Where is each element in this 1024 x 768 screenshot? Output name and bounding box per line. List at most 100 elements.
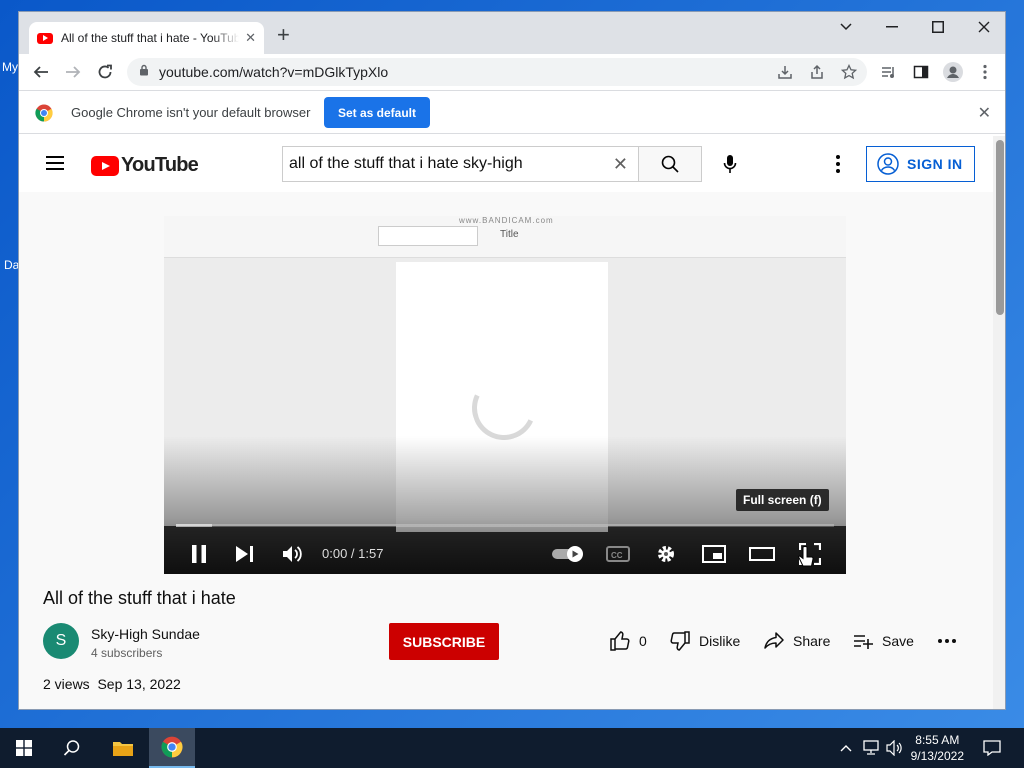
chrome-logo-icon <box>35 104 53 127</box>
notifications-icon[interactable] <box>980 728 1004 768</box>
volume-icon[interactable] <box>279 540 307 568</box>
search-query: all of the stuff that i hate sky-high <box>289 155 523 172</box>
youtube-play-icon <box>91 155 119 176</box>
scrollbar-thumb[interactable] <box>996 140 1004 315</box>
clock-time: 8:55 AM <box>915 733 960 747</box>
side-panel-icon[interactable] <box>909 60 933 84</box>
install-app-icon[interactable] <box>773 60 797 84</box>
search-button[interactable] <box>638 146 702 182</box>
bookmark-star-icon[interactable] <box>837 60 861 84</box>
save-label: Save <box>882 633 914 649</box>
thumbs-up-icon <box>610 631 630 651</box>
infobar-close-icon[interactable]: ✕ <box>978 103 991 123</box>
clock-date: 9/13/2022 <box>910 749 964 763</box>
tab-title: All of the stuff that i hate - YouTube <box>61 31 240 45</box>
chrome-menu-icon[interactable] <box>973 60 997 84</box>
miniplayer-icon[interactable] <box>700 540 728 568</box>
taskbar-clock[interactable]: 8:55 AM 9/13/2022 <box>911 732 964 764</box>
settings-menu-icon[interactable] <box>827 152 849 176</box>
video-player[interactable]: Title www.BANDICAM.com Full screen (f) 0… <box>164 216 846 574</box>
svg-text:CC: CC <box>611 551 623 560</box>
start-icon[interactable] <box>4 728 44 768</box>
sign-in-button[interactable]: SIGN IN <box>866 146 975 182</box>
forward-icon[interactable] <box>61 60 85 84</box>
menu-icon[interactable] <box>46 156 64 170</box>
infobar-message: Google Chrome isn't your default browser <box>71 105 311 120</box>
browser-toolbar: youtube.com/watch?v=mDGlkTypXlo <box>19 54 1005 90</box>
player-controls: 0:00 / 1:57 CC <box>164 534 846 574</box>
youtube-page: YouTube all of the stuff that i hate sky… <box>19 136 993 709</box>
sign-in-label: SIGN IN <box>907 156 963 172</box>
youtube-wordmark: YouTube <box>121 154 199 176</box>
youtube-header: YouTube all of the stuff that i hate sky… <box>19 136 993 192</box>
share-page-icon[interactable] <box>805 60 829 84</box>
tab-close-icon[interactable]: ✕ <box>245 30 256 46</box>
subscribe-button[interactable]: SUBSCRIBE <box>389 623 499 660</box>
search-icon <box>661 155 679 173</box>
reload-icon[interactable] <box>93 60 117 84</box>
subscriber-count: 4 subscribers <box>91 646 163 660</box>
share-label: Share <box>793 633 831 649</box>
progress-bar[interactable] <box>176 524 834 527</box>
video-content-ribbon: Title www.BANDICAM.com <box>164 216 846 258</box>
taskbar-search-icon[interactable] <box>52 728 92 768</box>
browser-window: All of the stuff that i hate - YouTube ✕… <box>18 11 1006 710</box>
like-button[interactable]: 0 <box>609 630 647 652</box>
video-meta: 2 views Sep 13, 2022 <box>43 676 181 692</box>
share-arrow-icon <box>764 632 784 649</box>
clear-search-icon[interactable]: ✕ <box>613 154 628 175</box>
video-content-styles <box>378 226 478 246</box>
browser-tab[interactable]: All of the stuff that i hate - YouTube ✕ <box>29 22 264 54</box>
dislike-button[interactable]: Dislike <box>669 630 740 652</box>
windows-taskbar: 8:55 AM 9/13/2022 <box>0 728 1024 768</box>
maximize-icon[interactable] <box>915 12 961 42</box>
tab-bar: All of the stuff that i hate - YouTube ✕… <box>19 12 1005 54</box>
time-display: 0:00 / 1:57 <box>322 546 384 561</box>
dislike-label: Dislike <box>699 633 741 649</box>
autoplay-toggle-icon[interactable] <box>550 540 586 568</box>
set-as-default-button[interactable]: Set as default <box>324 97 430 128</box>
like-count: 0 <box>639 633 647 649</box>
network-icon[interactable] <box>860 728 882 768</box>
next-icon[interactable] <box>231 540 259 568</box>
settings-gear-icon[interactable] <box>652 540 680 568</box>
file-explorer-icon[interactable] <box>101 728 145 768</box>
upload-date: Sep 13, 2022 <box>97 676 181 692</box>
video-title: All of the stuff that i hate <box>43 588 236 608</box>
speaker-icon[interactable] <box>884 728 906 768</box>
url-text: youtube.com/watch?v=mDGlkTypXlo <box>159 64 389 80</box>
more-actions-icon[interactable] <box>938 639 956 643</box>
back-icon[interactable] <box>29 60 53 84</box>
theater-mode-icon[interactable] <box>748 540 776 568</box>
close-window-icon[interactable] <box>961 12 1005 42</box>
address-bar[interactable]: youtube.com/watch?v=mDGlkTypXlo <box>127 58 867 86</box>
fullscreen-tooltip: Full screen (f) <box>736 489 829 511</box>
desktop-icon-label[interactable]: My <box>2 60 18 74</box>
pause-icon[interactable] <box>185 540 213 568</box>
search-input[interactable]: all of the stuff that i hate sky-high ✕ <box>282 146 638 182</box>
mouse-cursor-icon <box>798 546 814 573</box>
channel-avatar[interactable]: S <box>43 623 79 659</box>
share-button[interactable]: Share <box>763 630 830 652</box>
channel-name[interactable]: Sky-High Sundae <box>91 626 200 642</box>
default-browser-infobar: Google Chrome isn't your default browser… <box>19 90 1005 134</box>
thumbs-down-icon <box>670 631 690 651</box>
playlist-add-icon <box>854 635 873 649</box>
captions-icon[interactable]: CC <box>604 540 632 568</box>
account-icon <box>877 153 899 175</box>
reading-list-icon[interactable] <box>877 60 901 84</box>
new-tab-icon[interactable]: + <box>277 24 290 46</box>
tray-chevron-up-icon[interactable] <box>836 728 856 768</box>
tab-search-icon[interactable] <box>823 12 869 42</box>
profile-avatar-icon[interactable] <box>941 60 965 84</box>
voice-search-icon[interactable] <box>716 148 744 180</box>
youtube-favicon-icon <box>37 32 53 44</box>
video-watermark: www.BANDICAM.com <box>459 216 554 225</box>
progress-buffered <box>176 524 213 527</box>
minimize-icon[interactable] <box>869 12 915 42</box>
lock-icon[interactable] <box>139 63 149 81</box>
save-button[interactable]: Save <box>852 630 914 652</box>
youtube-logo[interactable]: YouTube <box>91 154 199 177</box>
page-scrollbar[interactable] <box>993 136 1005 709</box>
chrome-taskbar-icon[interactable] <box>149 728 195 768</box>
